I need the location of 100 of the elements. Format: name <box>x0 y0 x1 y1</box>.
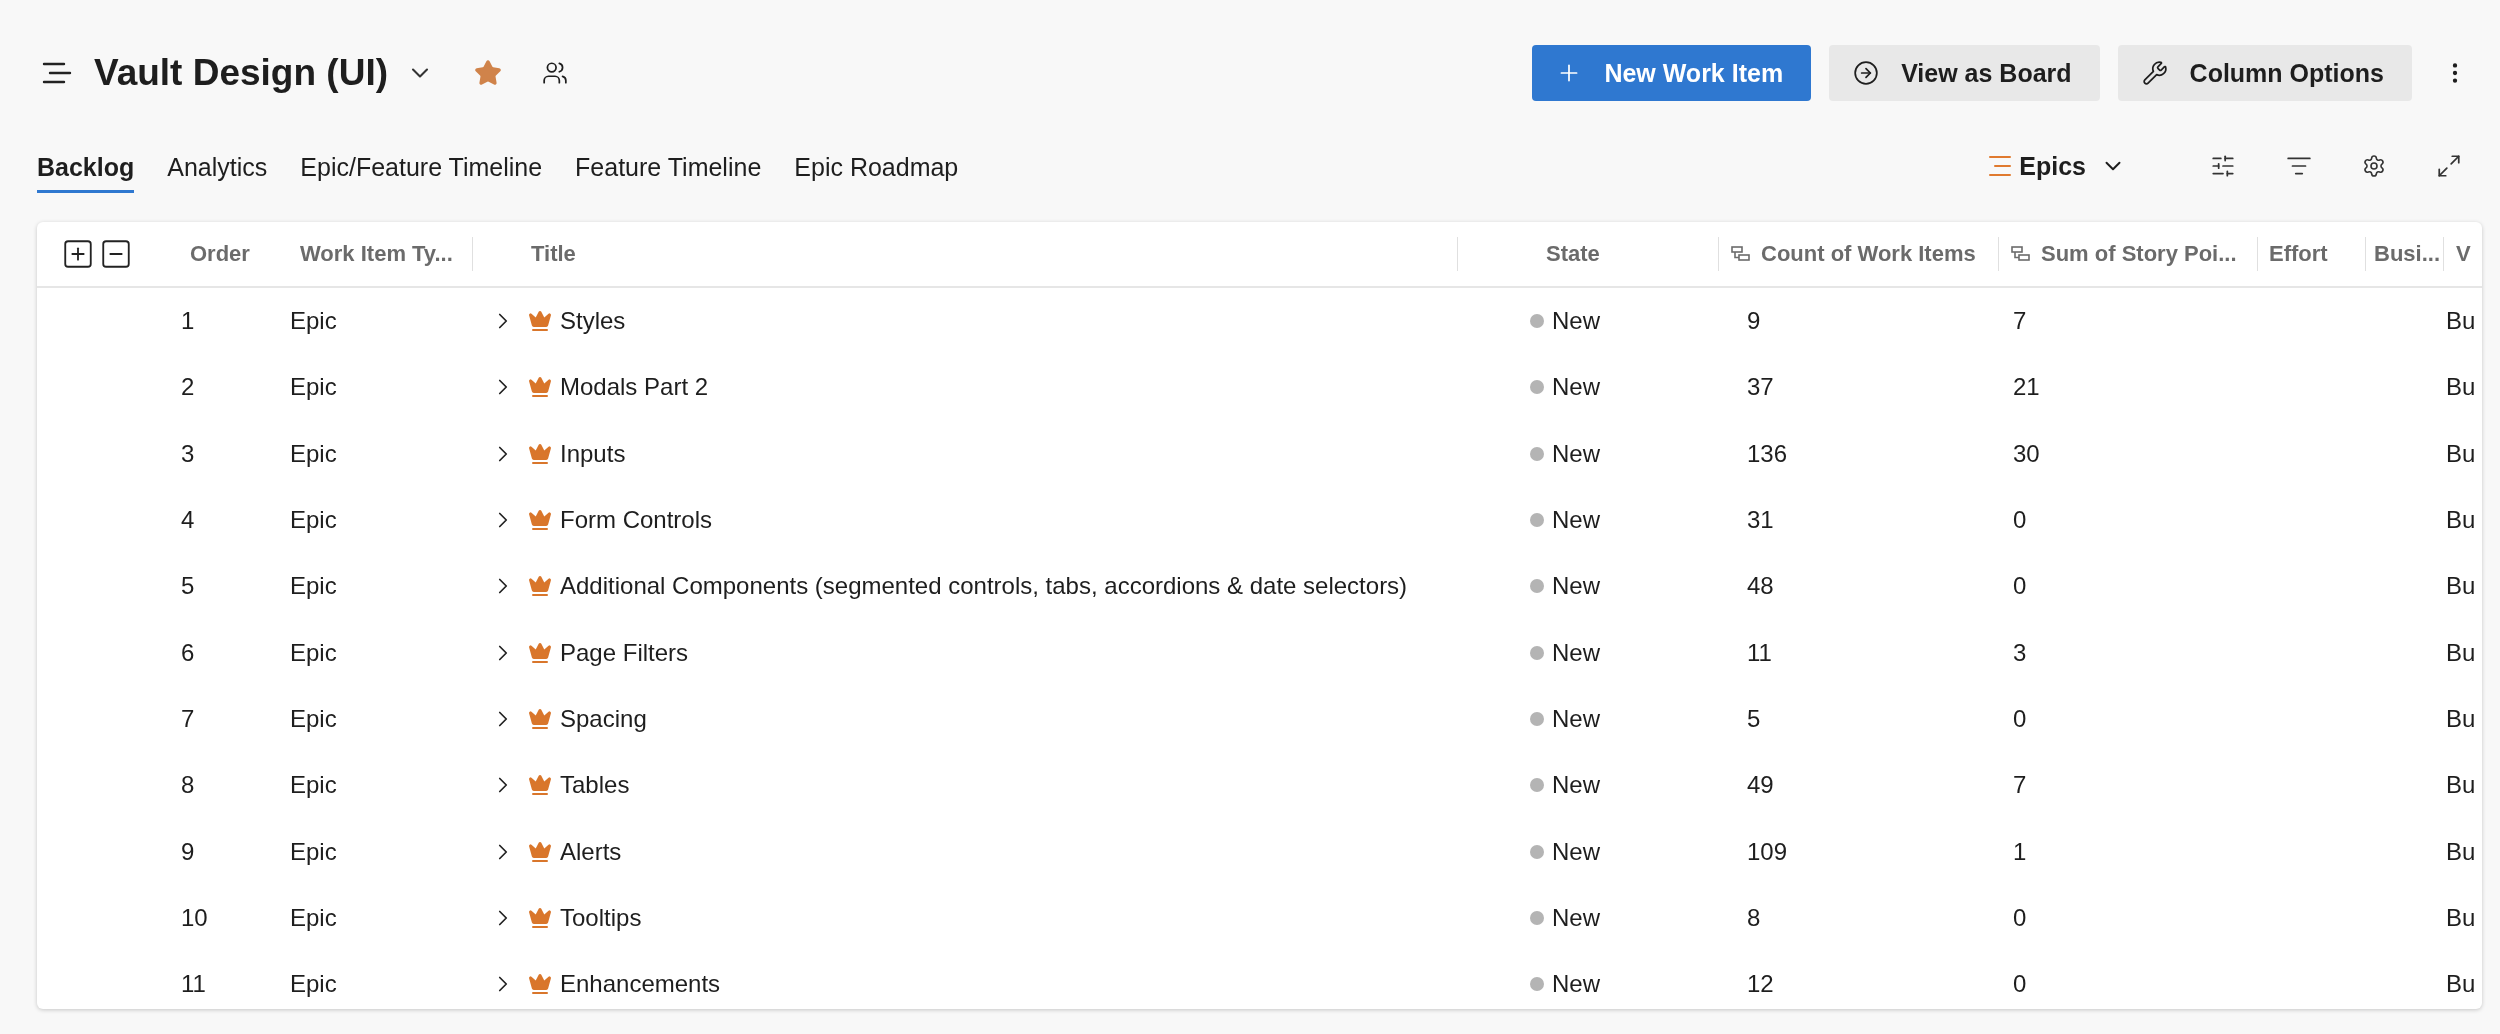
work-item-title[interactable]: Enhancements <box>560 970 721 999</box>
table-cell: 8 <box>1747 903 1761 932</box>
table-cell: Bu <box>2446 903 2476 932</box>
work-item-title[interactable]: Page Filters <box>560 638 689 667</box>
table-cell: 0 <box>2013 903 2027 932</box>
table-cell: 10 <box>181 903 208 932</box>
state-label: New <box>1552 307 1600 336</box>
work-item-title[interactable]: Tables <box>560 771 630 800</box>
table-cell: 2 <box>181 373 195 402</box>
status-dot <box>1530 314 1544 329</box>
action-button[interactable]: New Work Item <box>1532 45 1812 101</box>
column-header[interactable]: Order <box>190 241 250 267</box>
table-cell: 0 <box>2013 506 2027 535</box>
column-header[interactable]: Busi... <box>2374 241 2440 267</box>
column-header[interactable]: Title <box>531 241 576 267</box>
column-header[interactable]: V <box>2456 241 2471 267</box>
table-cell: 5 <box>181 572 195 601</box>
work-item-title[interactable]: Form Controls <box>560 506 713 535</box>
status-dot <box>1530 645 1544 660</box>
table-cell: Epic <box>290 439 337 468</box>
table-cell: 136 <box>1747 439 1788 468</box>
view-picker[interactable]: Epics <box>2013 150 2132 182</box>
tab[interactable]: Epic/Feature Timeline <box>300 145 543 193</box>
table-cell: Bu <box>2446 638 2476 667</box>
tab[interactable]: Feature Timeline <box>575 145 762 193</box>
column-header[interactable]: Work Item Ty... <box>300 241 453 267</box>
table-cell: 31 <box>1747 506 1774 535</box>
work-item-title[interactable]: Alerts <box>560 837 622 866</box>
expand-all-icon[interactable] <box>61 237 95 271</box>
people-icon[interactable] <box>542 60 568 86</box>
table-cell: 11 <box>1747 638 1772 667</box>
collapse-all-icon[interactable] <box>99 237 133 271</box>
column-header[interactable]: Effort <box>2269 241 2328 267</box>
column-header[interactable]: State <box>1546 241 1600 267</box>
action-button[interactable]: View as Board <box>1829 45 2100 101</box>
table-cell: 12 <box>1747 970 1774 999</box>
table-cell: 9 <box>1747 307 1761 336</box>
action-button[interactable]: Column Options <box>2117 45 2412 101</box>
table-cell: Epic <box>290 572 337 601</box>
table-cell: Bu <box>2446 970 2476 999</box>
page-title: Vault Design (UI) <box>94 52 388 94</box>
column-header[interactable]: Sum of Story Poi... <box>2041 241 2237 267</box>
table-cell: Epic <box>290 307 337 336</box>
crown-icon <box>528 508 552 533</box>
table-cell: Epic <box>290 506 337 535</box>
work-item-title[interactable]: Modals Part 2 <box>560 373 709 402</box>
state-label: New <box>1552 837 1600 866</box>
wrench-icon <box>2141 60 2168 86</box>
crown-icon <box>528 839 552 864</box>
table-cell: Epic <box>290 373 337 402</box>
table-cell: 7 <box>2013 307 2027 336</box>
table-cell: Bu <box>2446 704 2476 733</box>
work-item-title[interactable]: Inputs <box>560 439 626 468</box>
work-item-title[interactable]: Additional Components (segmented controls, tabs, accordions & date selectors) <box>560 572 1408 601</box>
column-header[interactable]: Count of Work Items <box>1761 241 1976 267</box>
status-dot <box>1530 711 1544 726</box>
table-cell: Epic <box>290 704 337 733</box>
grouping-icon <box>2011 246 2031 262</box>
table-cell: 0 <box>2013 970 2027 999</box>
grouping-icon <box>1731 246 1751 262</box>
table-cell: 37 <box>1747 373 1774 402</box>
table-cell: Bu <box>2446 837 2476 866</box>
table-cell: Bu <box>2446 439 2476 468</box>
state-label: New <box>1552 970 1600 999</box>
table-cell: Bu <box>2446 506 2476 535</box>
sliders-icon[interactable] <box>2210 153 2236 179</box>
star-icon[interactable] <box>474 59 502 87</box>
work-item-title[interactable]: Spacing <box>560 704 647 733</box>
table-cell: Epic <box>290 771 337 800</box>
settings-icon[interactable] <box>2362 154 2386 178</box>
table-cell: 5 <box>1747 704 1761 733</box>
tab[interactable]: Epic Roadmap <box>794 145 959 193</box>
table-cell: Epic <box>290 837 337 866</box>
table-cell: 6 <box>181 638 195 667</box>
table-cell: 3 <box>181 439 195 468</box>
crown-icon <box>528 375 552 400</box>
work-item-title[interactable]: Styles <box>560 307 626 336</box>
table-cell: 8 <box>181 771 195 800</box>
crown-icon <box>528 773 552 798</box>
status-dot <box>1530 910 1544 925</box>
table-cell: 7 <box>2013 771 2027 800</box>
crown-icon <box>528 972 552 997</box>
crown-icon <box>528 574 552 599</box>
table-cell: Bu <box>2446 307 2476 336</box>
state-label: New <box>1552 771 1600 800</box>
table-cell: 11 <box>181 970 206 999</box>
state-label: New <box>1552 506 1600 535</box>
table-cell: Bu <box>2446 771 2476 800</box>
expand-icon[interactable] <box>2436 153 2462 179</box>
table-cell: Epic <box>290 638 337 667</box>
work-item-title[interactable]: Tooltips <box>560 903 642 932</box>
tab[interactable]: Backlog <box>37 145 135 193</box>
backlog-icon[interactable] <box>42 62 72 84</box>
state-label: New <box>1552 572 1600 601</box>
table-cell: 21 <box>2013 373 2040 402</box>
list-icon <box>1987 155 2014 177</box>
arrow-circle-icon <box>1853 60 1880 86</box>
state-label: New <box>1552 373 1600 402</box>
status-dot <box>1530 579 1544 594</box>
tab[interactable]: Analytics <box>167 145 268 193</box>
